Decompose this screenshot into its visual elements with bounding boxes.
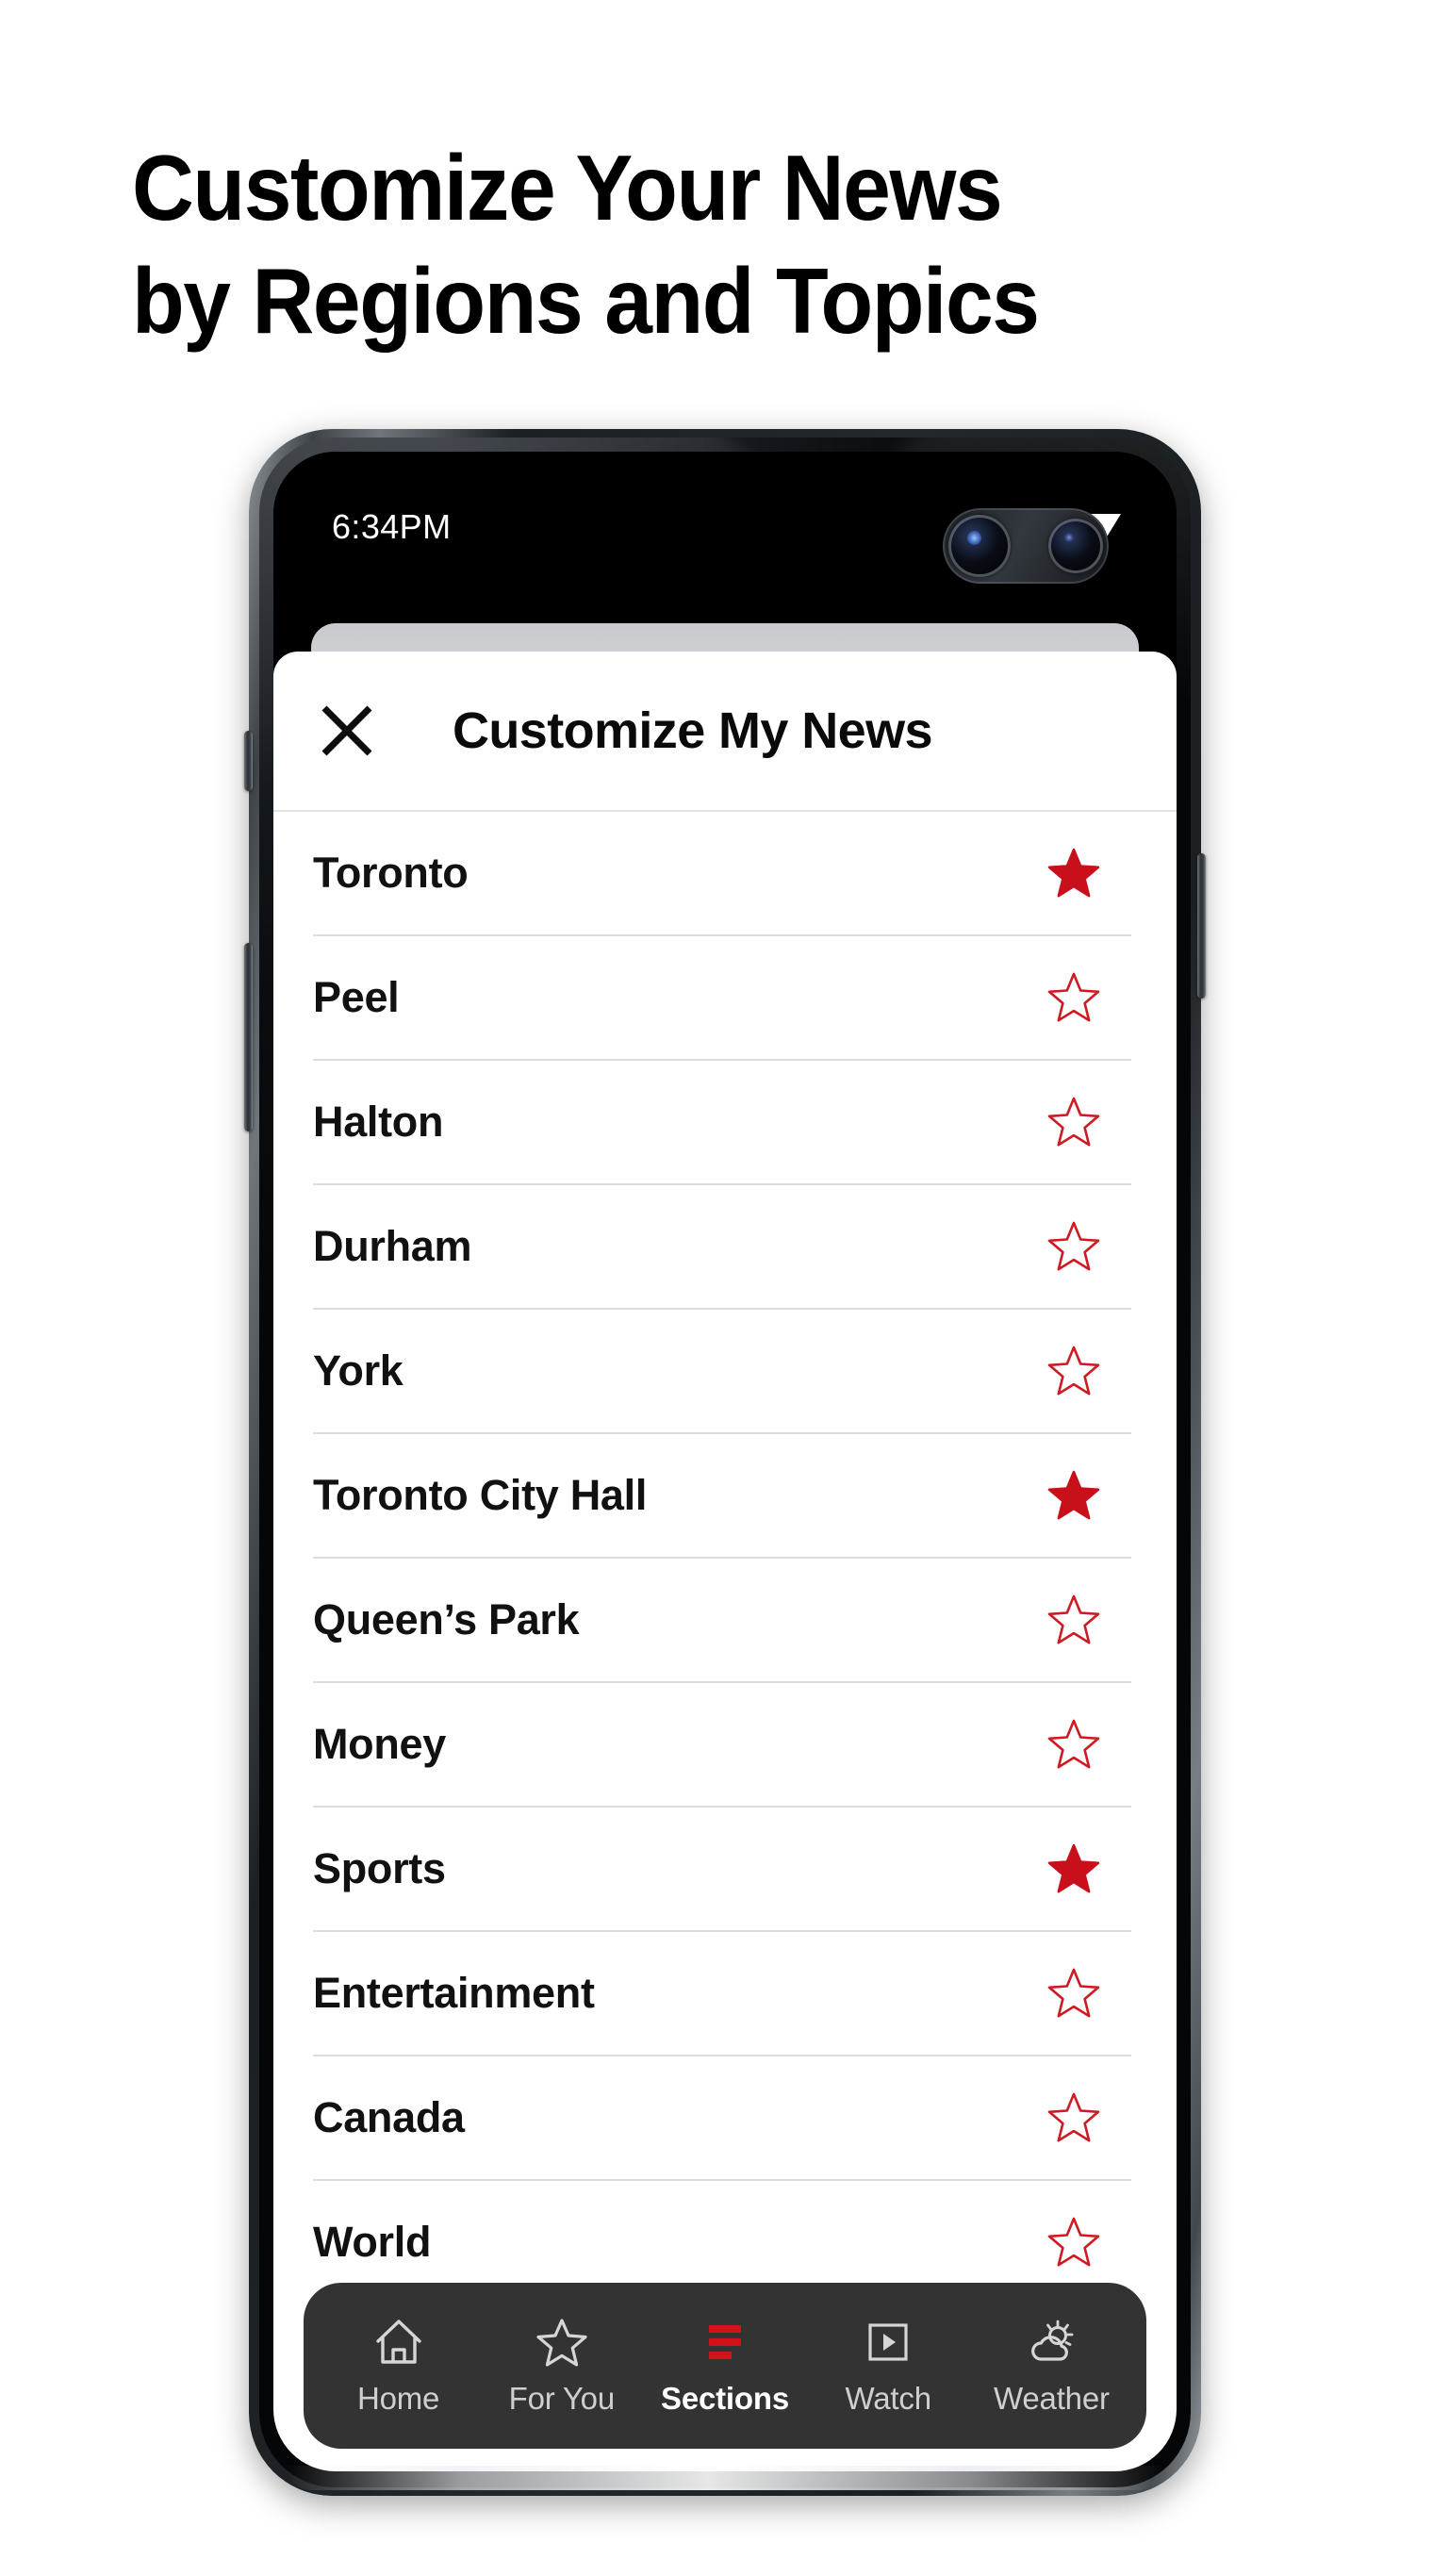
topic-row-money[interactable]: Money — [313, 1683, 1131, 1808]
star-filled-icon[interactable] — [1045, 1841, 1103, 1897]
play-box-icon — [863, 2315, 914, 2370]
volume-button[interactable] — [244, 943, 253, 1131]
page-title: Customize Your News by Regions and Topic… — [132, 132, 1237, 357]
topic-label: Queen’s Park — [313, 1595, 580, 1643]
topic-row-york[interactable]: York — [313, 1310, 1131, 1434]
nav-label: Weather — [994, 2381, 1110, 2416]
topic-list: Toronto Peel Halton Durham York Toronto … — [273, 812, 1177, 2304]
bottom-navigation-bar: Home For You Sections Watch Weather — [304, 2283, 1146, 2449]
star-outline-icon[interactable] — [1045, 1592, 1103, 1648]
punch-hole-camera — [943, 508, 1109, 584]
nav-label: For You — [508, 2381, 616, 2416]
topic-row-queens-park[interactable]: Queen’s Park — [313, 1559, 1131, 1683]
page-title-line-2: by Regions and Topics — [132, 248, 1040, 353]
nav-item-sections[interactable]: Sections — [643, 2315, 806, 2417]
star-icon — [536, 2315, 587, 2370]
nav-item-weather[interactable]: Weather — [970, 2315, 1133, 2417]
topic-label: Entertainment — [313, 1969, 595, 2017]
app-header: Customize My News — [273, 652, 1177, 812]
camera-lens-secondary — [1048, 519, 1103, 573]
bixby-button[interactable] — [244, 731, 253, 791]
camera-lens-primary — [948, 515, 1011, 577]
nav-item-watch[interactable]: Watch — [807, 2315, 970, 2417]
power-button[interactable] — [1197, 853, 1206, 999]
star-filled-icon[interactable] — [1045, 845, 1103, 901]
topic-label: Canada — [313, 2093, 465, 2141]
home-icon — [373, 2315, 424, 2370]
topic-row-sports[interactable]: Sports — [313, 1808, 1131, 1932]
star-outline-icon[interactable] — [1045, 1094, 1103, 1150]
customize-news-sheet: Customize My News Toronto Peel Halton Du… — [273, 652, 1177, 2471]
menu-icon — [700, 2315, 750, 2370]
star-outline-icon[interactable] — [1045, 2214, 1103, 2271]
star-outline-icon[interactable] — [1045, 1218, 1103, 1275]
topic-row-entertainment[interactable]: Entertainment — [313, 1932, 1131, 2056]
nav-item-home[interactable]: Home — [317, 2315, 480, 2417]
topic-label: Peel — [313, 973, 400, 1021]
app-title: Customize My News — [453, 702, 933, 759]
topic-row-peel[interactable]: Peel — [313, 936, 1131, 1061]
star-outline-icon[interactable] — [1045, 1343, 1103, 1399]
topic-label: Durham — [313, 1222, 472, 1270]
nav-label: Watch — [845, 2381, 932, 2416]
topic-label: Toronto — [313, 849, 469, 897]
topic-label: Toronto City Hall — [313, 1471, 648, 1519]
topic-row-canada[interactable]: Canada — [313, 2056, 1131, 2181]
status-time: 6:34PM — [332, 507, 452, 546]
nav-label: Sections — [661, 2381, 789, 2416]
topic-label: Halton — [313, 1098, 444, 1146]
page-title-line-1: Customize Your News — [132, 136, 1003, 239]
star-outline-icon[interactable] — [1045, 2089, 1103, 2146]
topic-label: Money — [313, 1720, 447, 1768]
topic-row-toronto[interactable]: Toronto — [313, 812, 1131, 936]
topic-label: York — [313, 1346, 403, 1395]
topic-label: Sports — [313, 1844, 446, 1892]
topic-label: World — [313, 2218, 432, 2266]
phone-screen: 6:34PM Customize My News Toronto Peel Ha… — [273, 452, 1177, 2471]
nav-item-for-you[interactable]: For You — [480, 2315, 643, 2417]
star-filled-icon[interactable] — [1045, 1467, 1103, 1524]
topic-row-toronto-city-hall[interactable]: Toronto City Hall — [313, 1434, 1131, 1559]
nav-label: Home — [356, 2381, 440, 2416]
star-outline-icon[interactable] — [1045, 969, 1103, 1026]
topic-row-durham[interactable]: Durham — [313, 1185, 1131, 1310]
star-outline-icon[interactable] — [1045, 1716, 1103, 1773]
star-outline-icon[interactable] — [1045, 1965, 1103, 2022]
phone-device-mockup: 6:34PM Customize My News Toronto Peel Ha… — [244, 429, 1206, 2496]
weather-icon — [1024, 2315, 1079, 2370]
close-icon[interactable] — [311, 695, 383, 767]
topic-row-halton[interactable]: Halton — [313, 1061, 1131, 1185]
